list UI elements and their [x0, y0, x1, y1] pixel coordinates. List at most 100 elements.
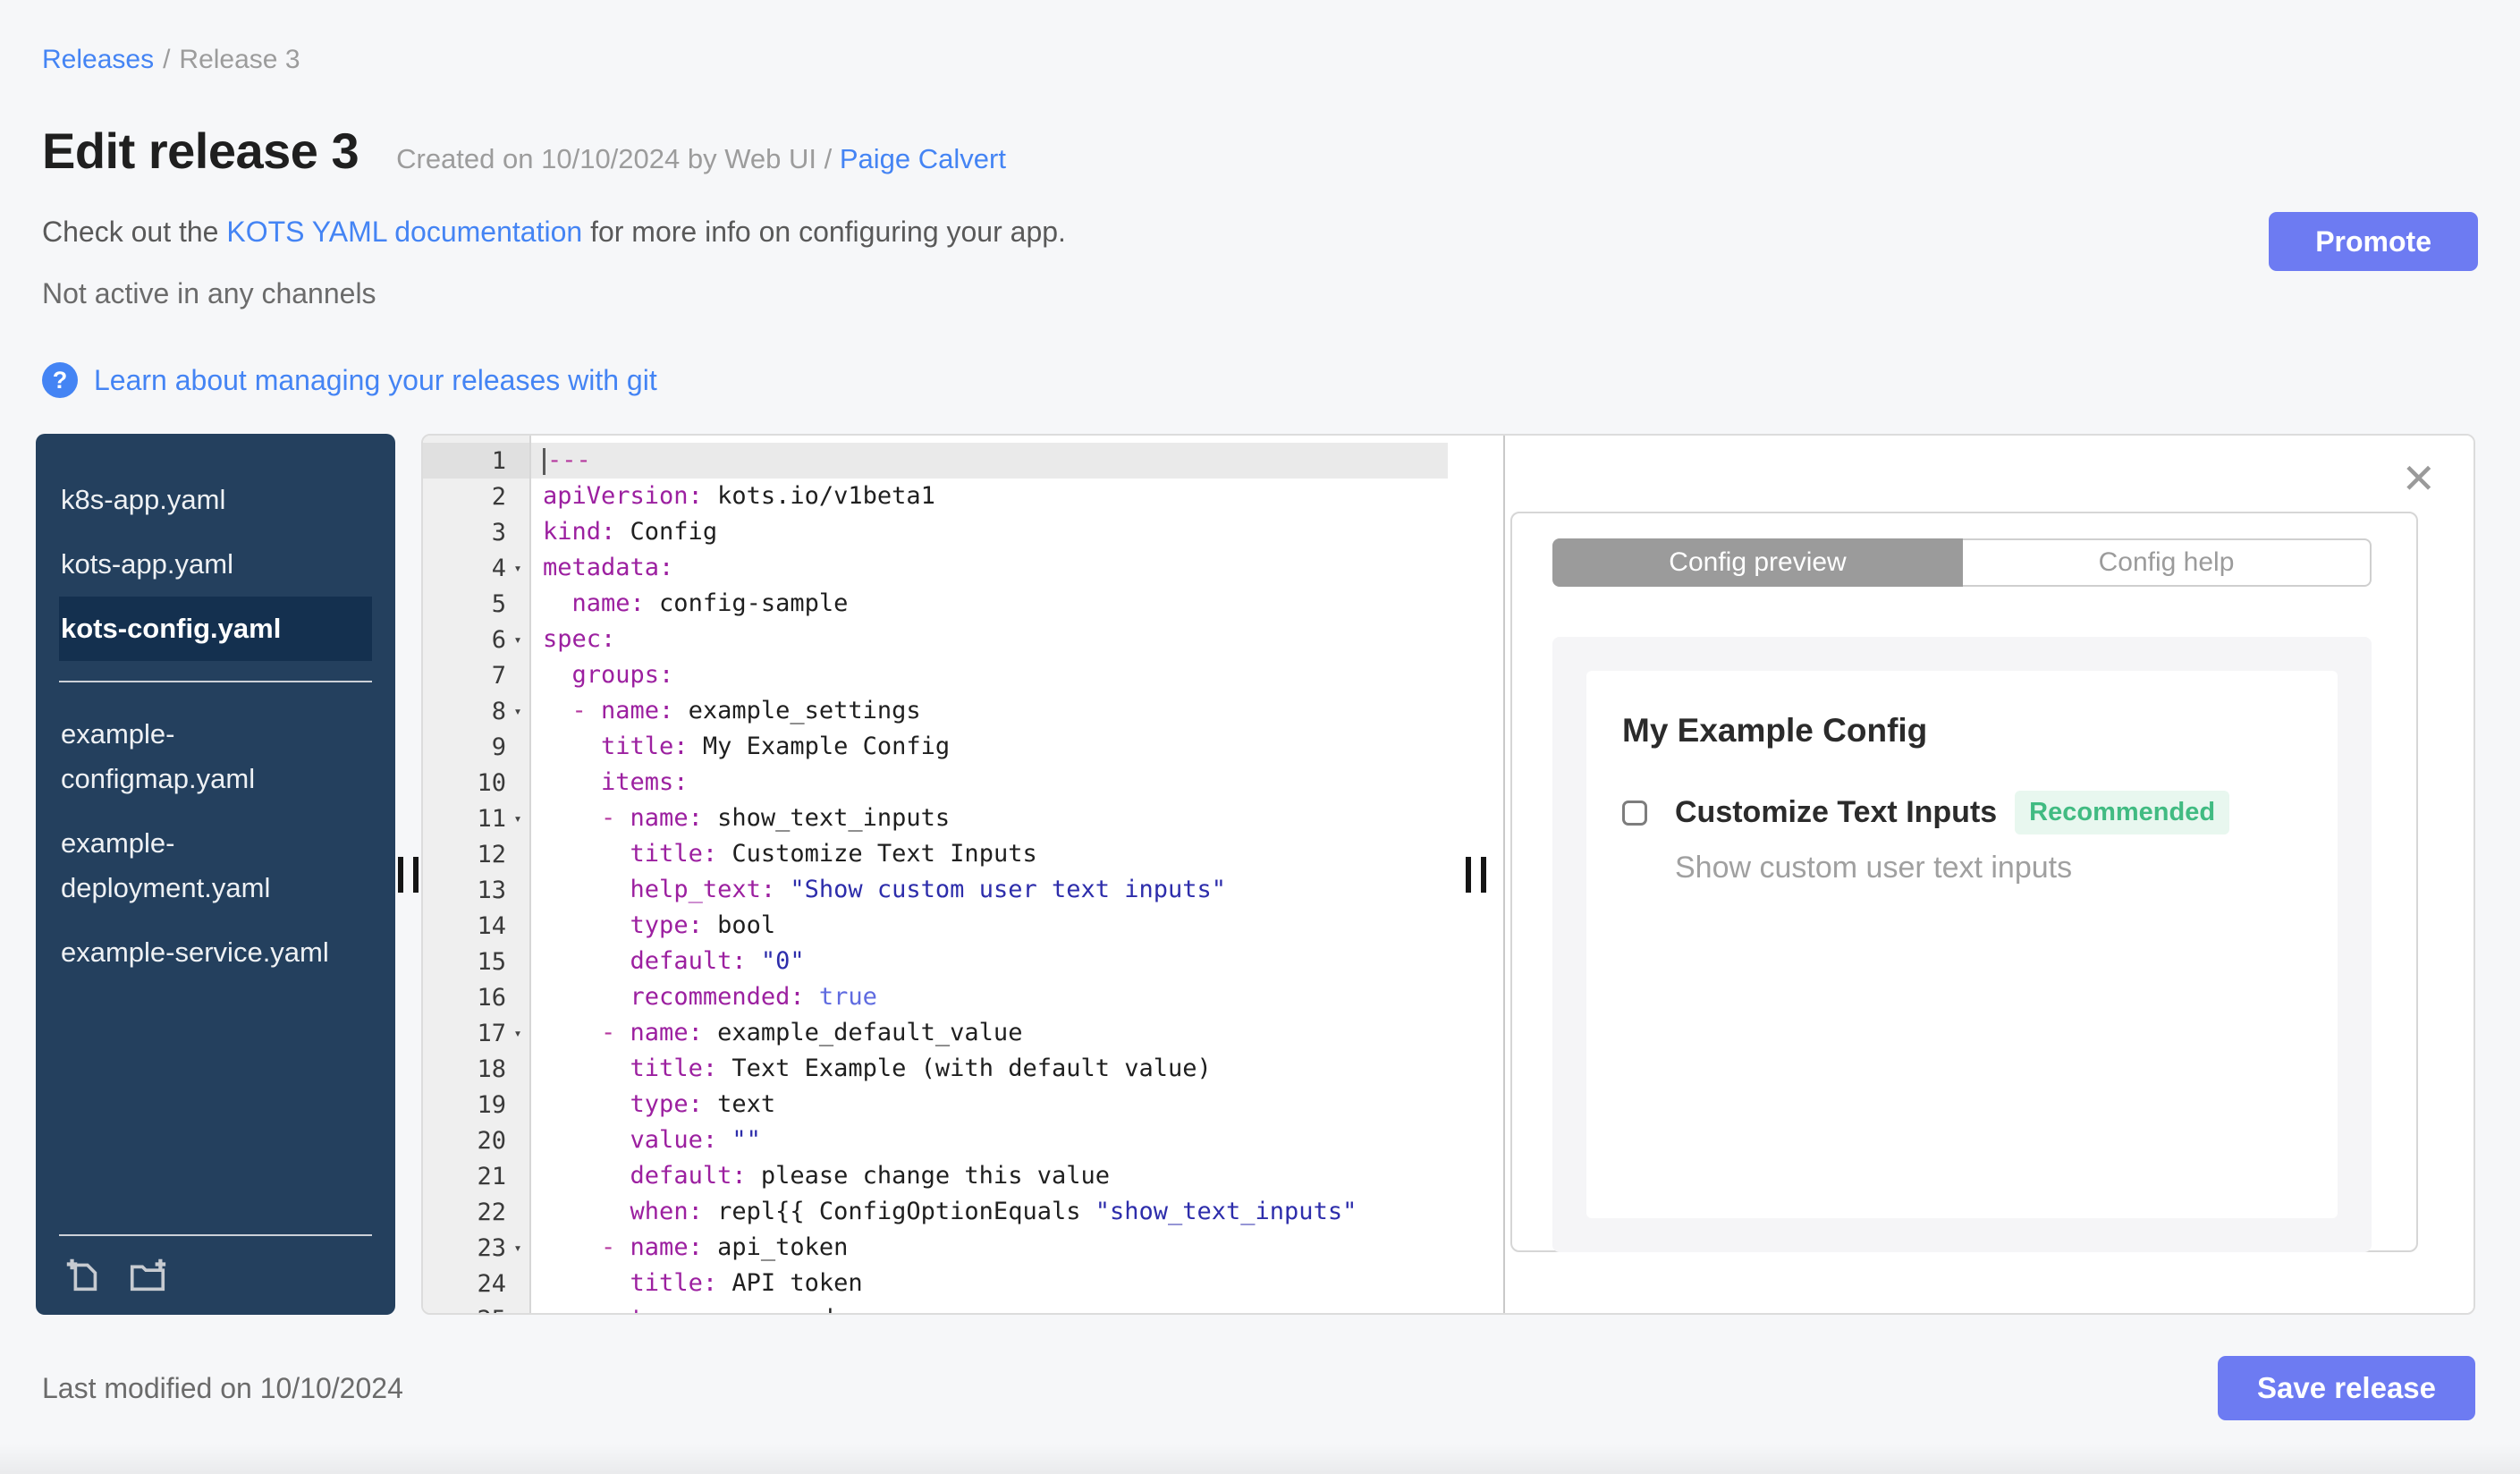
code-line[interactable]: name: config-sample [543, 586, 1448, 622]
line-number[interactable]: 17 ▾ [423, 1015, 529, 1051]
add-folder-icon[interactable] [125, 1254, 170, 1295]
line-number[interactable]: 8 ▾ [423, 693, 529, 729]
code-line[interactable]: - name: example_settings [543, 693, 1448, 729]
editor-code[interactable]: --- apiVersion: kots.io/v1beta1 kind: Conf… [531, 436, 1448, 1313]
fold-arrow-icon[interactable]: ▾ [506, 1025, 529, 1041]
close-icon[interactable]: ✕ [2396, 457, 2441, 500]
code-line[interactable]: kind: Config [543, 514, 1448, 550]
line-number[interactable]: 2 [423, 479, 529, 514]
code-line[interactable]: - name: api_token [543, 1230, 1448, 1266]
code-line[interactable]: type: password [543, 1301, 1448, 1313]
code-line[interactable]: default: "0" [543, 944, 1448, 979]
code-token: "" [731, 1126, 761, 1154]
code-line[interactable]: title: Text Example (with default value) [543, 1051, 1448, 1087]
line-number-text: 10 [477, 768, 506, 797]
line-number[interactable]: 9 [423, 729, 529, 765]
file-list: k8s-app.yaml kots-app.yaml kots-config.yam… [36, 468, 395, 985]
line-number[interactable]: 6 ▾ [423, 622, 529, 657]
code-line[interactable]: metadata: [543, 550, 1448, 586]
code-line[interactable]: - name: show_text_inputs [543, 801, 1448, 836]
line-number-text: 13 [477, 876, 506, 904]
code-line[interactable]: title: Customize Text Inputs [543, 836, 1448, 872]
add-file-icon[interactable] [63, 1254, 104, 1295]
config-item-label: Customize Text Inputs [1675, 795, 1998, 829]
promote-button[interactable]: Promote [2269, 212, 2478, 271]
file-item-example-configmap.yaml[interactable]: example-configmap.yaml [59, 702, 372, 811]
kots-yaml-docs-link[interactable]: KOTS YAML documentation [226, 216, 582, 248]
code-line[interactable]: value: "" [543, 1122, 1448, 1158]
line-number-text: 5 [491, 589, 506, 618]
line-number[interactable]: 25 [423, 1301, 529, 1314]
code-line[interactable]: title: API token [543, 1266, 1448, 1301]
code-token: name: [571, 589, 645, 617]
line-number[interactable]: 11 ▾ [423, 801, 529, 836]
git-releases-link[interactable]: Learn about managing your releases with … [94, 364, 657, 397]
line-number[interactable]: 13 [423, 872, 529, 908]
line-number[interactable]: 14 [423, 908, 529, 944]
line-number[interactable]: 7 [423, 657, 529, 693]
code-line[interactable]: --- [531, 443, 1448, 479]
code-line[interactable]: type: bool [543, 908, 1448, 944]
code-token: value: [630, 1126, 718, 1154]
code-token: Config [615, 518, 718, 546]
line-number[interactable]: 12 [423, 836, 529, 872]
code-line[interactable]: default: please change this value [543, 1158, 1448, 1194]
line-number[interactable]: 23 ▾ [423, 1230, 529, 1266]
tab-config-help[interactable]: Config help [1963, 538, 2372, 587]
file-item-k8s-app.yaml[interactable]: k8s-app.yaml [59, 468, 372, 532]
yaml-editor[interactable]: 1 2 3 4 ▾ 5 6 ▾ 7 8 ▾ 9 10 11 ▾ 12 13 14 15 16 17 ▾ 18 19 20 21 22… [423, 436, 1448, 1313]
code-line[interactable]: spec: [543, 622, 1448, 657]
line-number-text: 20 [477, 1126, 506, 1155]
breadcrumb-releases-link[interactable]: Releases [42, 45, 154, 74]
line-number[interactable]: 20 [423, 1122, 529, 1158]
line-number[interactable]: 16 [423, 979, 529, 1015]
code-token: default: [630, 947, 747, 975]
line-number[interactable]: 3 [423, 514, 529, 550]
line-number[interactable]: 10 [423, 765, 529, 801]
line-number[interactable]: 5 [423, 586, 529, 622]
line-number[interactable]: 18 [423, 1051, 529, 1087]
file-item-kots-app.yaml[interactable]: kots-app.yaml [59, 532, 372, 597]
code-line[interactable]: recommended: true [543, 979, 1448, 1015]
code-line[interactable]: groups: [543, 657, 1448, 693]
preview-tab-bar: Config preview Config help [1552, 538, 2372, 587]
save-release-button[interactable]: Save release [2217, 1356, 2475, 1420]
line-number[interactable]: 15 [423, 944, 529, 979]
line-number[interactable]: 22 [423, 1194, 529, 1230]
code-line[interactable]: title: My Example Config [543, 729, 1448, 765]
fold-arrow-icon[interactable]: ▾ [506, 810, 529, 826]
code-line[interactable]: when: repl{{ ConfigOptionEquals "show_te… [543, 1194, 1448, 1230]
line-number[interactable]: 4 ▾ [423, 550, 529, 586]
code-line[interactable]: items: [543, 765, 1448, 801]
fold-arrow-icon[interactable]: ▾ [506, 560, 529, 576]
file-item-example-deployment.yaml[interactable]: example-deployment.yaml [59, 811, 372, 920]
line-number[interactable]: 19 [423, 1087, 529, 1122]
code-token: - [601, 1019, 630, 1046]
code-token: example_settings [673, 697, 921, 724]
line-number[interactable]: 24 [423, 1266, 529, 1301]
fold-arrow-icon[interactable]: ▾ [506, 1240, 529, 1256]
fold-arrow-icon[interactable]: ▾ [506, 703, 529, 719]
line-number-text: 12 [477, 840, 506, 868]
code-line[interactable]: apiVersion: kots.io/v1beta1 [543, 479, 1448, 514]
line-number[interactable]: 1 [423, 443, 529, 479]
file-item-kots-config.yaml[interactable]: kots-config.yaml [59, 597, 372, 661]
line-number[interactable]: 21 [423, 1158, 529, 1194]
line-number-text: 8 [491, 697, 506, 725]
text-cursor [543, 447, 545, 475]
customize-text-inputs-checkbox[interactable] [1622, 800, 1647, 826]
code-line[interactable]: help_text: "Show custom user text inputs… [543, 872, 1448, 908]
created-author-link[interactable]: Paige Calvert [840, 143, 1006, 174]
code-line[interactable]: - name: example_default_value [543, 1015, 1448, 1051]
code-line[interactable]: type: text [543, 1087, 1448, 1122]
tab-config-preview[interactable]: Config preview [1552, 538, 1963, 587]
file-item-example-service.yaml[interactable]: example-service.yaml [59, 920, 372, 985]
editor-resize-handle[interactable] [1465, 856, 1486, 893]
fold-arrow-icon[interactable]: ▾ [506, 631, 529, 648]
sidebar-resize-handle[interactable] [398, 856, 419, 893]
